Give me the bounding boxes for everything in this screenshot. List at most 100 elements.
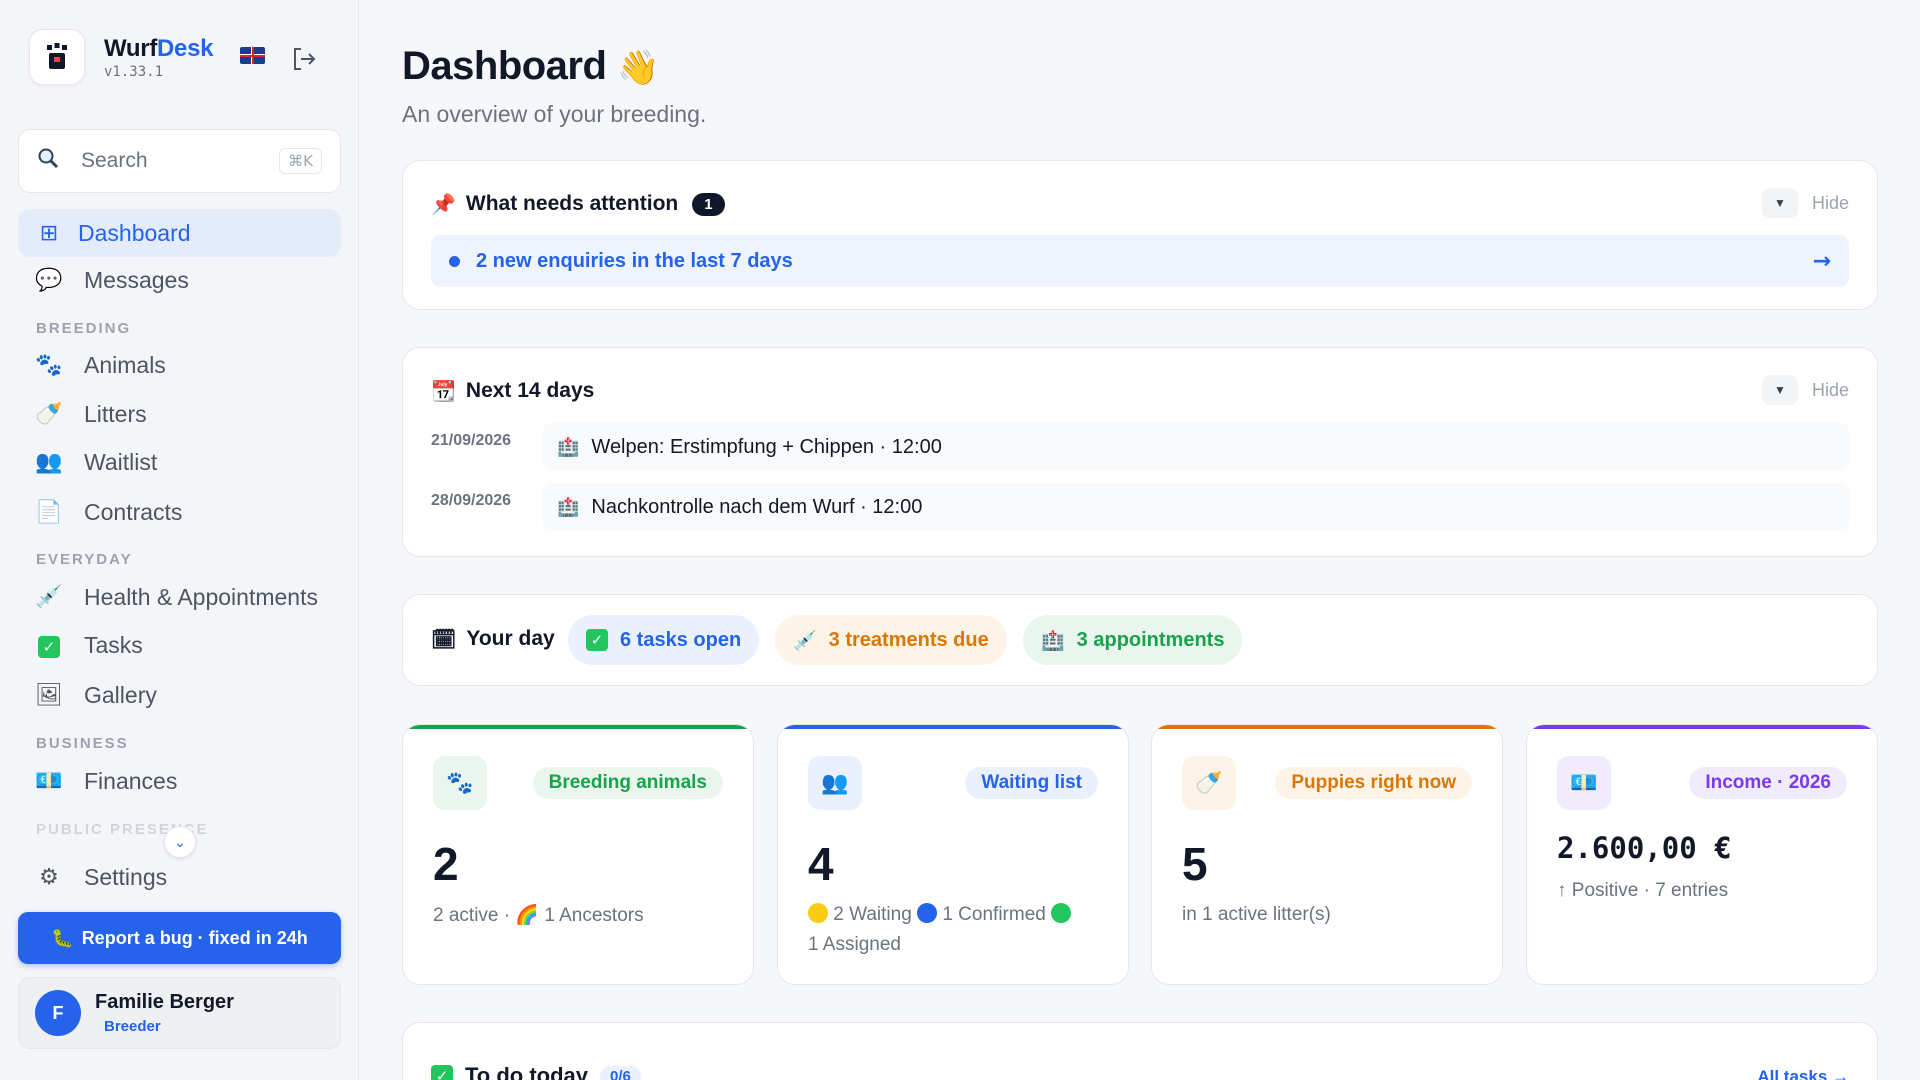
- next-days-hide-control[interactable]: ▼ Hide: [1761, 375, 1849, 405]
- event-item[interactable]: 🏥 Nachkontrolle nach dem Wurf · 12:00: [543, 483, 1849, 531]
- syringe-icon: 💉: [793, 629, 817, 652]
- stat-value: 2.600,00 €: [1557, 831, 1732, 865]
- paw-logo-icon: [47, 43, 67, 69]
- people-icon: 👥: [808, 756, 862, 810]
- stat-label: Income · 2026: [1689, 767, 1847, 799]
- nav-tasks[interactable]: ✓ Tasks: [18, 621, 341, 669]
- tasks-open-pill[interactable]: ✓ 6 tasks open: [568, 615, 760, 665]
- accent-bar: [1527, 725, 1877, 729]
- section-everyday: EVERYDAY: [36, 551, 133, 568]
- next-days-card: 📆 Next 14 days ▼ Hide 21/09/2026 🏥 Welpe…: [402, 347, 1878, 557]
- nav-gallery[interactable]: 🖼 Gallery: [18, 671, 341, 719]
- caret-down-icon[interactable]: ▼: [1761, 375, 1798, 405]
- nav-waitlist-label: Waitlist: [84, 448, 158, 475]
- nav-finances-label: Finances: [84, 767, 178, 794]
- bullet-dot-icon: [449, 255, 460, 267]
- calendar-page-icon: 🗓: [431, 627, 457, 651]
- user-role: Breeder: [104, 1018, 161, 1035]
- nav-contracts[interactable]: 📄 Contracts: [18, 488, 341, 536]
- stat-label: Puppies right now: [1275, 767, 1472, 799]
- syringe-icon: 💉: [35, 584, 63, 610]
- tasks-open-label: 6 tasks open: [620, 628, 742, 651]
- your-day-header: 🗓 Your day: [431, 627, 555, 651]
- nav-messages[interactable]: 💬 Messages: [18, 256, 341, 304]
- nav-litters[interactable]: 🍼 Litters: [18, 390, 341, 438]
- accent-bar: [1152, 725, 1502, 729]
- check-box-icon: ✓: [34, 633, 64, 658]
- uk-flag-icon[interactable]: [240, 47, 265, 64]
- stat-sub: 2 Waiting 1 Confirmed 1 Assigned: [808, 900, 1108, 960]
- stat-label: Breeding animals: [532, 767, 723, 799]
- stat-card-breeding-animals[interactable]: 🐾 Breeding animals 2 2 active · 🌈 1 Ance…: [402, 724, 754, 985]
- chevron-down-icon: ⌄: [174, 833, 186, 850]
- next-days-title: Next 14 days: [465, 379, 595, 402]
- user-card[interactable]: F Familie Berger Breeder: [18, 977, 341, 1049]
- stat-card-income[interactable]: 💶 Income · 2026 2.600,00 € ↑ Positive · …: [1526, 724, 1878, 985]
- nav-finances[interactable]: 💶 Finances: [18, 757, 341, 805]
- attention-item[interactable]: 2 new enquiries in the last 7 days →: [431, 235, 1849, 287]
- stat-card-waiting-list[interactable]: 👥 Waiting list 4 2 Waiting 1 Confirmed 1…: [777, 724, 1129, 985]
- section-business: BUSINESS: [36, 735, 129, 752]
- caret-down-icon[interactable]: ▼: [1761, 188, 1798, 218]
- report-bug-button[interactable]: 🐛 Report a bug · fixed in 24h: [18, 912, 341, 964]
- paw-icon: 🐾: [35, 352, 63, 378]
- nav-health-label: Health & Appointments: [84, 583, 318, 610]
- attention-hide-label[interactable]: Hide: [1812, 193, 1849, 214]
- your-day-title: Your day: [466, 627, 555, 650]
- todo-title: To do today: [465, 1063, 589, 1080]
- all-tasks-link[interactable]: All tasks →: [1757, 1067, 1849, 1080]
- treatments-due-pill[interactable]: 💉 3 treatments due: [775, 615, 1007, 665]
- hospital-icon: 🏥: [557, 496, 580, 518]
- baby-bottle-icon: 🍼: [1182, 756, 1236, 810]
- stat-card-puppies[interactable]: 🍼 Puppies right now 5 in 1 active litter…: [1151, 724, 1503, 985]
- grid-icon: ⊞: [39, 220, 59, 246]
- attention-header: 📌 What needs attention 1: [431, 192, 725, 216]
- calendar-icon: 📆: [431, 379, 456, 403]
- your-day-card: 🗓 Your day ✓ 6 tasks open 💉 3 treatments…: [402, 594, 1878, 686]
- nav-settings-label: Settings: [84, 863, 168, 890]
- hospital-icon: 🏥: [557, 436, 580, 458]
- stat-value: 2: [433, 838, 459, 890]
- search-input[interactable]: Search ⌘K: [18, 129, 341, 193]
- search-label: Search: [81, 149, 148, 172]
- nav-dashboard-label: Dashboard: [78, 219, 191, 246]
- search-icon: [37, 147, 65, 175]
- nav-animals[interactable]: 🐾 Animals: [18, 341, 341, 389]
- money-icon: 💶: [1557, 756, 1611, 810]
- stat-sub: in 1 active litter(s): [1182, 904, 1331, 925]
- treatments-due-label: 3 treatments due: [828, 628, 989, 651]
- section-breeding: BREEDING: [36, 320, 132, 337]
- page-subtitle: An overview of your breeding.: [402, 101, 707, 127]
- attention-count-badge: 1: [692, 192, 725, 216]
- nav-dashboard[interactable]: ⊞ Dashboard: [18, 209, 341, 257]
- nav-gallery-label: Gallery: [84, 681, 157, 708]
- nav-settings[interactable]: ⚙ Settings: [18, 853, 341, 901]
- todo-header: ✓ To do today 0/6: [431, 1063, 641, 1080]
- stat-sub: 2 active · 🌈 1 Ancestors: [433, 904, 644, 926]
- next-days-hide-label[interactable]: Hide: [1812, 380, 1849, 401]
- event-text: Welpen: Erstimpfung + Chippen · 12:00: [591, 435, 942, 458]
- rainbow-icon: 🌈: [515, 904, 540, 926]
- event-date: 28/09/2026: [431, 492, 512, 509]
- picture-icon: 🖼: [35, 682, 63, 708]
- waving-hand-icon: 👋: [617, 48, 659, 88]
- appointments-pill[interactable]: 🏥 3 appointments: [1023, 615, 1243, 665]
- event-text: Nachkontrolle nach dem Wurf · 12:00: [591, 495, 923, 518]
- brand[interactable]: WurfDesk v1.33.1: [29, 29, 214, 85]
- nav-contracts-label: Contracts: [84, 498, 183, 525]
- paw-icon: 🐾: [433, 756, 487, 810]
- blue-circle-icon: [917, 903, 938, 923]
- stat-label: Waiting list: [965, 767, 1098, 799]
- page-title: Dashboard 👋: [402, 44, 659, 88]
- version-label: v1.33.1: [104, 63, 164, 80]
- sidebar: WurfDesk v1.33.1 Search ⌘K ⊞ Dashboard 💬…: [0, 0, 359, 1080]
- nav-waitlist[interactable]: 👥 Waitlist: [18, 438, 341, 486]
- search-shortcut: ⌘K: [279, 148, 322, 174]
- event-item[interactable]: 🏥 Welpen: Erstimpfung + Chippen · 12:00: [543, 423, 1849, 471]
- check-box-icon: ✓: [431, 1065, 453, 1080]
- attention-hide-control[interactable]: ▼ Hide: [1761, 188, 1849, 218]
- todo-count-badge: 0/6: [600, 1065, 641, 1080]
- nav-messages-label: Messages: [84, 266, 189, 293]
- nav-health[interactable]: 💉 Health & Appointments: [18, 573, 341, 621]
- logout-icon[interactable]: [290, 45, 318, 73]
